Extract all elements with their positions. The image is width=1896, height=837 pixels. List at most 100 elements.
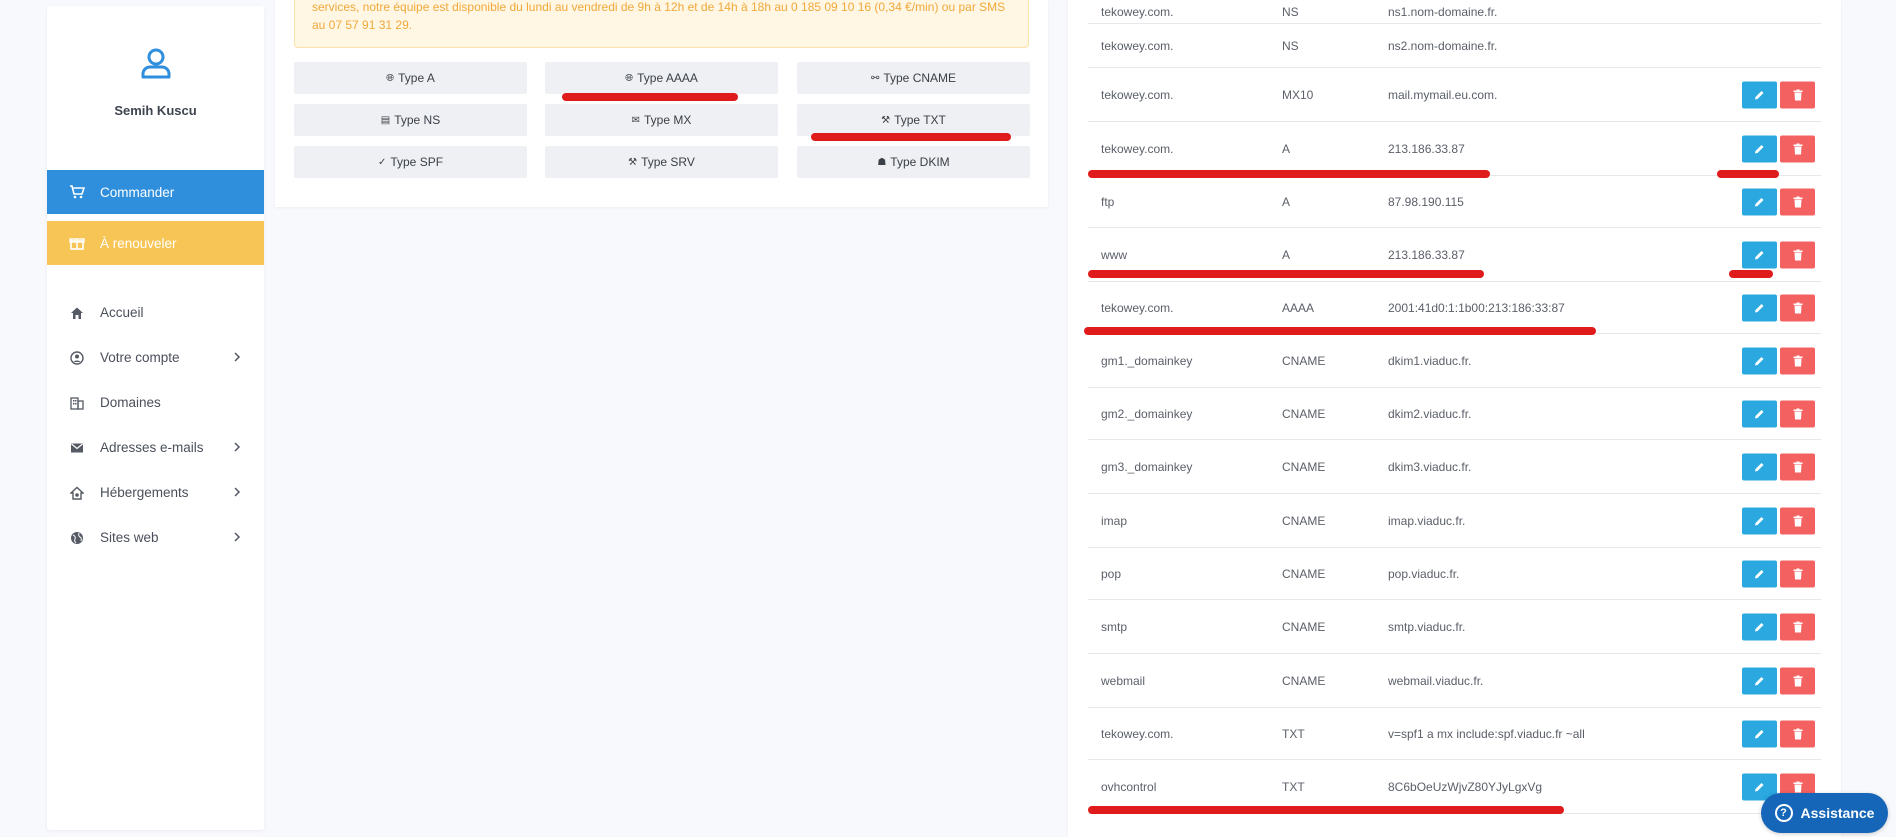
type-dkim-button[interactable]: ☗ Type DKIM — [797, 146, 1030, 178]
dns-record-type: CNAME — [1282, 566, 1326, 581]
type-srv-button[interactable]: ⚒ Type SRV — [545, 146, 778, 178]
dns-record-name: www — [1101, 247, 1127, 262]
annotation-stroke — [1088, 170, 1490, 178]
dns-record-type: TXT — [1282, 726, 1305, 741]
dns-record-value: webmail.viaduc.fr. — [1388, 673, 1484, 688]
sidebar-item-accueil[interactable]: Accueil — [47, 290, 264, 335]
trash-icon — [1793, 781, 1802, 792]
edit-record-button[interactable] — [1742, 188, 1777, 215]
server-icon: ▤ — [380, 114, 391, 126]
assistance-label: Assistance — [1800, 805, 1875, 821]
chevron-right-icon — [234, 352, 241, 362]
sidebar-item-label: Sites web — [100, 530, 159, 545]
commander-button[interactable]: Commander — [47, 170, 264, 214]
trash-icon — [1793, 461, 1802, 472]
trash-icon — [1793, 408, 1802, 419]
trash-icon — [1793, 515, 1802, 526]
renew-label: À renouveler — [100, 235, 177, 251]
sidebar: Semih Kuscu Commander À renouveler Accue… — [47, 6, 264, 830]
delete-record-button[interactable] — [1780, 400, 1815, 427]
delete-record-button[interactable] — [1780, 667, 1815, 694]
delete-record-button[interactable] — [1780, 453, 1815, 480]
dns-record-value: dkim2.viaduc.fr. — [1388, 406, 1472, 421]
dns-record-name: pop — [1101, 566, 1122, 581]
dns-record-type: NS — [1282, 38, 1299, 53]
edit-record-button[interactable] — [1742, 453, 1777, 480]
delete-record-button[interactable] — [1780, 294, 1815, 321]
sidebar-item-adresses-emails[interactable]: Adresses e-mails — [47, 425, 264, 470]
assistance-button[interactable]: ? Assistance — [1761, 793, 1888, 833]
type-ns-button[interactable]: ▤ Type NS — [294, 104, 527, 136]
edit-record-button[interactable] — [1742, 613, 1777, 640]
sidebar-item-domaines[interactable]: Domaines — [47, 380, 264, 425]
dns-record-value: dkim3.viaduc.fr. — [1388, 459, 1472, 474]
sidebar-item-label: Accueil — [100, 305, 144, 320]
pencil-icon — [1755, 197, 1764, 206]
annotation-stroke — [1717, 170, 1779, 178]
type-aaaa-button[interactable]: 🌐︎ Type AAAA — [545, 62, 778, 94]
chevron-right-icon — [234, 532, 241, 542]
dns-record-value: mail.mymail.eu.com. — [1388, 87, 1498, 102]
trash-icon — [1793, 249, 1802, 260]
dns-record-value: 213.186.33.87 — [1388, 141, 1465, 156]
dns-record-row: tekowey.com. A 213.186.33.87 — [1088, 122, 1821, 176]
trash-icon — [1793, 302, 1802, 313]
delete-record-button[interactable] — [1780, 560, 1815, 587]
sidebar-item-hebergements[interactable]: Hébergements — [47, 470, 264, 515]
sidebar-item-votre-compte[interactable]: Votre compte — [47, 335, 264, 380]
edit-record-button[interactable] — [1742, 347, 1777, 374]
delete-record-button[interactable] — [1780, 613, 1815, 640]
dns-record-value: ns1.nom-domaine.fr. — [1388, 4, 1498, 19]
dns-record-name: gm1._domainkey — [1101, 353, 1193, 368]
edit-record-button[interactable] — [1742, 667, 1777, 694]
envelope-icon — [69, 440, 85, 456]
sidebar-item-label: Domaines — [100, 395, 161, 410]
delete-record-button[interactable] — [1780, 347, 1815, 374]
delete-record-button[interactable] — [1780, 507, 1815, 534]
dns-record-value: imap.viaduc.fr. — [1388, 513, 1466, 528]
dns-record-type: A — [1282, 247, 1291, 262]
dns-record-value: ns2.nom-domaine.fr. — [1388, 38, 1498, 53]
pencil-icon — [1755, 462, 1764, 471]
user-box: Semih Kuscu — [47, 6, 264, 162]
trash-icon — [1793, 568, 1802, 579]
edit-record-button[interactable] — [1742, 400, 1777, 427]
dns-records-card: tekowey.com. NS ns1.nom-domaine.fr. tekowey… — [1068, 0, 1841, 837]
edit-record-button[interactable] — [1742, 720, 1777, 747]
dns-record-value: dkim1.viaduc.fr. — [1388, 353, 1472, 368]
trash-icon — [1793, 196, 1802, 207]
pencil-icon — [1755, 250, 1764, 259]
dns-record-row: tekowey.com. TXT v=spf1 a mx include:spf.v… — [1088, 708, 1821, 760]
annotation-stroke — [562, 93, 738, 101]
user-secret-icon: ☗ — [877, 156, 887, 168]
edit-record-button[interactable] — [1742, 135, 1777, 162]
dns-record-type: A — [1282, 194, 1291, 209]
dns-record-name: tekowey.com. — [1101, 141, 1174, 156]
trash-icon — [1793, 621, 1802, 632]
renew-button[interactable]: À renouveler — [47, 221, 264, 265]
sidebar-item-sites-web[interactable]: Sites web — [47, 515, 264, 560]
delete-record-button[interactable] — [1780, 81, 1815, 108]
dns-record-type: CNAME — [1282, 673, 1326, 688]
delete-record-button[interactable] — [1780, 135, 1815, 162]
type-mx-button[interactable]: ✉ Type MX — [545, 104, 778, 136]
edit-record-button[interactable] — [1742, 507, 1777, 534]
annotation-stroke — [811, 133, 1011, 141]
type-cname-button[interactable]: ⚯ Type CNAME — [797, 62, 1030, 94]
type-a-button[interactable]: 🌐︎ Type A — [294, 62, 527, 94]
edit-record-button[interactable] — [1742, 294, 1777, 321]
type-txt-button[interactable]: ⚒ Type TXT — [797, 104, 1030, 136]
delete-record-button[interactable] — [1780, 241, 1815, 268]
edit-record-button[interactable] — [1742, 560, 1777, 587]
dns-record-row: gm2._domainkey CNAME dkim2.viaduc.fr. — [1088, 388, 1821, 440]
edit-record-button[interactable] — [1742, 241, 1777, 268]
type-spf-button[interactable]: ✓ Type SPF — [294, 146, 527, 178]
dns-record-value: 213.186.33.87 — [1388, 247, 1465, 262]
delete-record-button[interactable] — [1780, 720, 1815, 747]
gift-icon — [69, 235, 85, 251]
pencil-icon — [1755, 676, 1764, 685]
dns-record-row: pop CNAME pop.viaduc.fr. — [1088, 548, 1821, 600]
edit-record-button[interactable] — [1742, 81, 1777, 108]
delete-record-button[interactable] — [1780, 188, 1815, 215]
tools-icon: ⚒ — [881, 114, 891, 126]
